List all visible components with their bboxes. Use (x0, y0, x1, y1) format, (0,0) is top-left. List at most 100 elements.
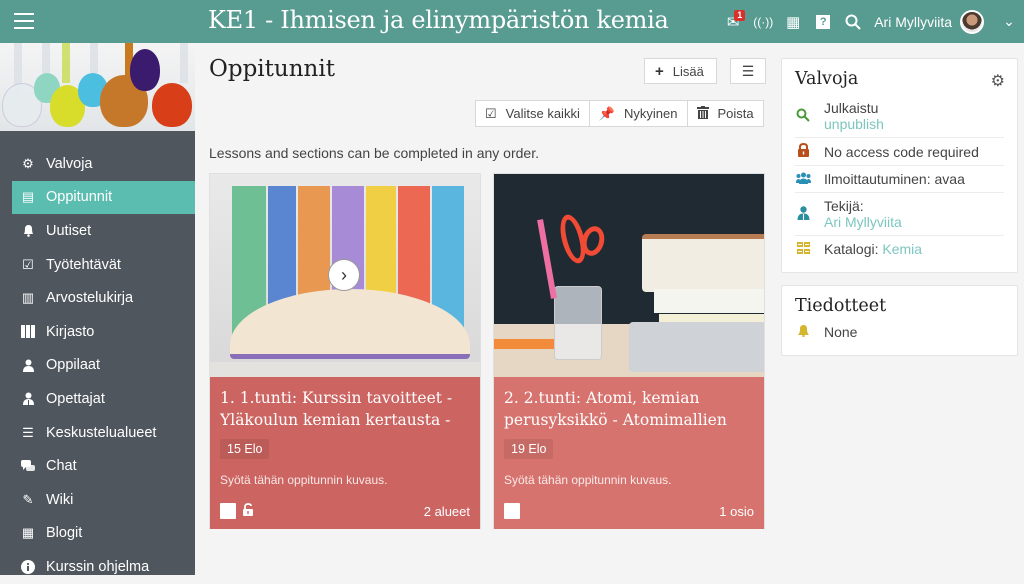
access-row: No access code required (795, 138, 1004, 166)
sidebar-item-label: Valvoja (46, 155, 93, 172)
checkbox-icon: ☑ (22, 256, 34, 272)
sidebar-item-label: Kirjasto (46, 323, 95, 340)
catalog-label: Katalogi: (824, 241, 883, 257)
checkbox-icon: ☑ (485, 105, 497, 121)
list-view-button[interactable]: ☰ (730, 58, 766, 84)
main-content: Oppitunnit + Lisää ☰ ☑ Valitse kaikki 📌 Nyk… (195, 43, 780, 575)
sidebar-item-blogit[interactable]: ▦ Blogit (0, 517, 195, 551)
sidebar-item-label: Blogit (46, 525, 83, 542)
sidebar-item-label: Uutiset (46, 222, 92, 239)
add-button-label: Lisää (672, 63, 704, 79)
lesson-title[interactable]: 1. 1.tunti: Kurssin tavoitteet - Yläkoul… (220, 387, 470, 431)
plus-icon: + (655, 62, 664, 80)
calendar-icon[interactable]: ▦ (778, 7, 808, 37)
sidebar-item-label: Chat (46, 458, 77, 475)
notification-badge: 1 (734, 9, 746, 21)
teacher-icon (20, 391, 36, 407)
action-button-group: ☑ Valitse kaikki 📌 Nykyinen Poista (475, 100, 764, 127)
menu-icon[interactable] (14, 13, 34, 29)
sidebar-item-oppilaat[interactable]: Oppilaat (0, 349, 195, 383)
tiedotteet-title: Tiedotteet (795, 296, 887, 316)
delete-label: Poista (717, 106, 754, 121)
wiki-icon: ✎ (22, 491, 34, 507)
sidebar-item-kirjasto[interactable]: Kirjasto (0, 315, 195, 349)
search-icon[interactable] (838, 7, 868, 37)
lesson-card-body: 1. 1.tunti: Kurssin tavoitteet - Yläkoul… (210, 377, 480, 529)
valvoja-panel: Valvoja ⚙ Julkaistu unpublish No access … (781, 58, 1018, 273)
section-count: 2 alueet (423, 503, 470, 519)
chat-icon (20, 458, 36, 474)
author-link[interactable]: Ari Myllyviita (824, 214, 902, 230)
lesson-card[interactable]: 2. 2.tunti: Atomi, kemian perusyksikkö -… (493, 173, 765, 529)
current-label: Nykyinen (624, 106, 678, 121)
sidebar-item-oppitunnit[interactable]: ▤ Oppitunnit (12, 180, 195, 215)
sidebar: ⚙ Valvoja ▤ Oppitunnit Uutiset ☑ Työtehtävä… (0, 43, 195, 575)
page-title: Oppitunnit (209, 56, 335, 82)
lesson-checkbox[interactable] (504, 503, 520, 519)
select-all-button[interactable]: ☑ Valitse kaikki (476, 101, 590, 126)
bell-icon (795, 324, 811, 340)
gear-icon: ⚙ (22, 155, 34, 171)
course-banner-image (0, 43, 195, 131)
sidebar-item-valvoja[interactable]: ⚙ Valvoja (0, 147, 195, 181)
lesson-image: › (210, 174, 480, 377)
announcement-text: None (824, 324, 858, 340)
current-button[interactable]: 📌 Nykyinen (590, 101, 688, 126)
gear-icon[interactable]: ⚙ (991, 71, 1005, 91)
sidebar-item-label: Arvostelukirja (46, 290, 134, 307)
sidebar-item-arvostelukirja[interactable]: ▥ Arvostelukirja (0, 281, 195, 315)
right-sidebar: Valvoja ⚙ Julkaistu unpublish No access … (781, 58, 1018, 356)
lesson-card-body: 2. 2.tunti: Atomi, kemian perusyksikkö -… (494, 377, 764, 529)
valvoja-title: Valvoja (795, 69, 859, 89)
bell-icon (20, 223, 36, 239)
top-bar: KE1 - Ihmisen ja elinympäristön kemia ✉ 1… (0, 0, 1024, 43)
broadcast-icon[interactable]: ((·)) (748, 7, 778, 37)
avatar[interactable] (960, 9, 984, 34)
enrollment-text: Ilmoittautuminen: avaa (824, 171, 965, 187)
sidebar-item-tyotehtavat[interactable]: ☑ Työtehtävät (0, 248, 195, 282)
trash-icon (696, 105, 709, 122)
tiedotteet-panel: Tiedotteet None (781, 285, 1018, 356)
sidebar-item-label: Kurssin ohjelma (46, 558, 150, 575)
lesson-image (494, 174, 764, 377)
lesson-date: 19 Elo (504, 439, 554, 459)
lesson-checkbox[interactable] (220, 503, 236, 519)
lessons-icon: ▤ (21, 189, 35, 205)
sidebar-item-label: Oppitunnit (46, 189, 113, 206)
gradebook-icon: ▥ (21, 290, 35, 306)
lesson-title[interactable]: 2. 2.tunti: Atomi, kemian perusyksikkö -… (504, 387, 754, 431)
enrollment-row: Ilmoittautuminen: avaa (795, 166, 1004, 193)
sidebar-item-chat[interactable]: Chat (0, 449, 195, 483)
sidebar-item-uutiset[interactable]: Uutiset (0, 214, 195, 248)
help-icon[interactable]: ? (808, 7, 838, 37)
sidebar-item-wiki[interactable]: ✎ Wiki (0, 483, 195, 517)
catalog-link[interactable]: Kemia (882, 241, 922, 257)
select-all-label: Valitse kaikki (505, 106, 580, 121)
sidebar-item-keskustelualueet[interactable]: ☰ Keskustelualueet (0, 416, 195, 450)
user-name[interactable]: Ari Myllyviita (874, 14, 952, 30)
blog-icon: ▦ (21, 525, 35, 541)
sidebar-item-label: Wiki (46, 491, 74, 508)
lock-icon (795, 142, 811, 160)
add-button[interactable]: + Lisää (644, 58, 717, 84)
lesson-date: 15 Elo (220, 439, 270, 459)
catalog-row: Katalogi: Kemia (795, 236, 1004, 262)
unpublish-link[interactable]: unpublish (824, 116, 884, 132)
list-icon: ☰ (741, 62, 755, 79)
pin-icon: 📌 (598, 105, 616, 121)
access-text: No access code required (824, 143, 979, 160)
announcement-row: None (795, 322, 1004, 345)
library-icon (20, 324, 36, 340)
author-row: Tekijä: Ari Myllyviita (795, 193, 1004, 236)
delete-button[interactable]: Poista (688, 101, 763, 126)
lesson-card[interactable]: › 1. 1.tunti: Kurssin tavoitteet - Yläko… (209, 173, 481, 529)
mail-icon[interactable]: ✉ 1 (718, 7, 748, 37)
chevron-down-icon[interactable]: ⌄ (994, 13, 1024, 30)
section-count: 1 osio (719, 503, 754, 519)
sidebar-item-label: Opettajat (46, 390, 105, 407)
chevron-right-icon[interactable]: › (328, 259, 360, 291)
sidebar-item-opettajat[interactable]: Opettajat (0, 382, 195, 416)
sidebar-item-kurssin-ohjelma[interactable]: Kurssin ohjelma (0, 550, 195, 584)
info-text: Lessons and sections can be completed in… (209, 145, 539, 161)
lesson-description: Syötä tähän oppitunnin kuvaus. (220, 473, 388, 487)
